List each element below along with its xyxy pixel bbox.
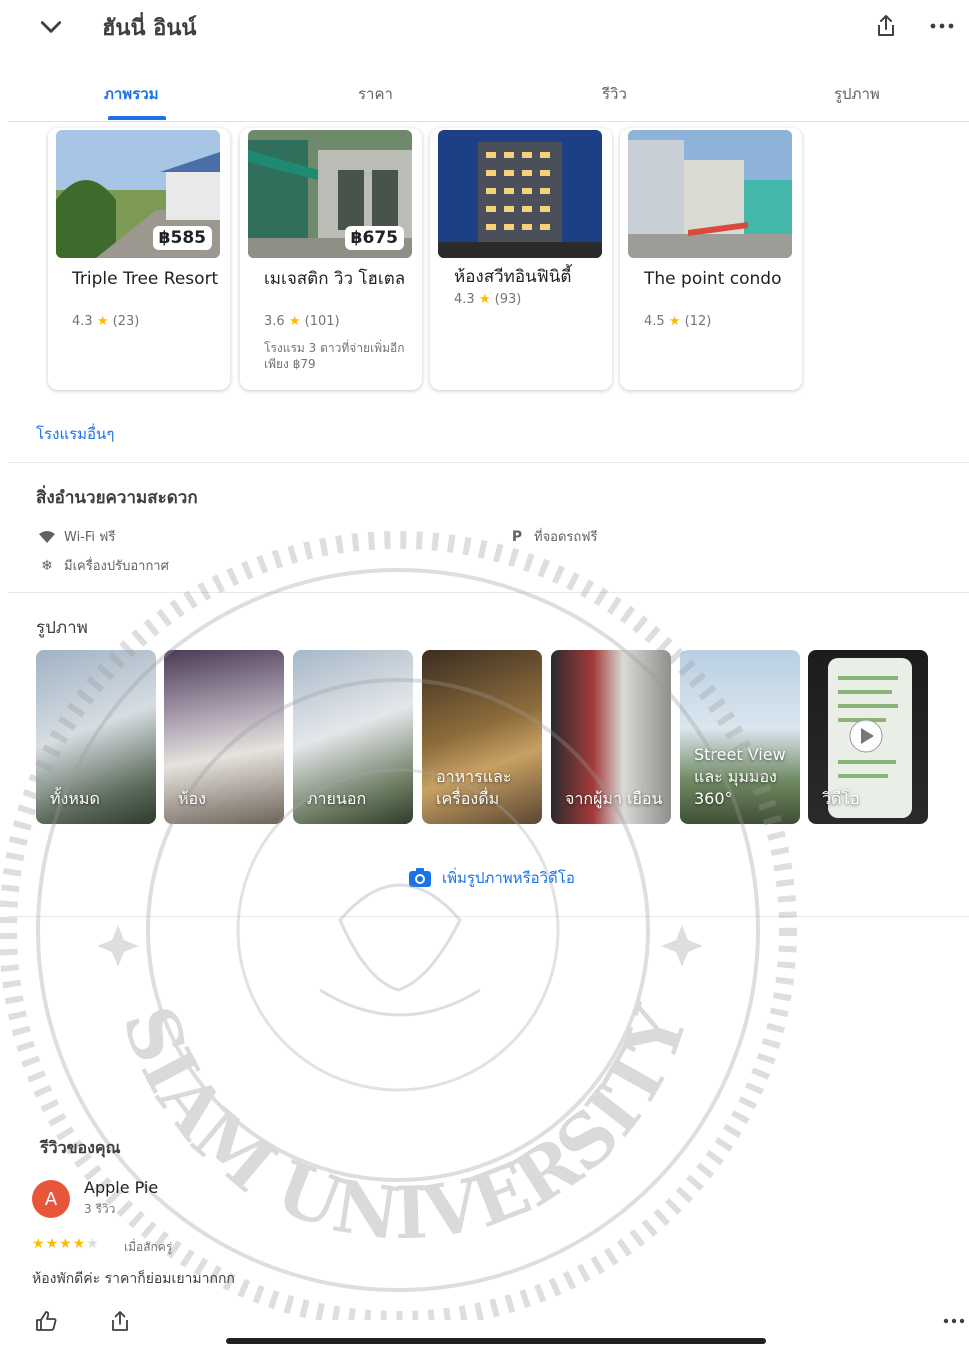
hotel-upsell-note: โรงแรม 3 ดาวที่จ่ายเพิ่มอีกเพียง ฿79 (264, 341, 405, 371)
hotel-name: The point condo (644, 269, 782, 289)
hotel-rating: 4.5 ★ (12) (644, 314, 712, 329)
chevron-down-icon[interactable] (34, 10, 68, 44)
university-watermark-seal: SIAM UNIVERSITY (0, 520, 800, 1329)
hotel-name: เมเจสติก วิว โฮเตล (264, 269, 406, 289)
reviewer-review-count: 3 รีวิว (84, 1202, 116, 1216)
hotel-rating: 4.3 ★ (93) (454, 292, 522, 307)
photo-category-street-view[interactable]: Street View และ มุมมอง 360° (680, 650, 800, 824)
tab-bar: ภาพรวม ราคา รีวิว รูปภาพ (8, 72, 969, 122)
hotel-card[interactable]: ฿675 เมเจสติก วิว โฮเตล 3.6 ★ (101) โรงแ… (240, 128, 422, 390)
photo-category-exterior[interactable]: ภายนอก (293, 650, 413, 824)
add-photo-button[interactable]: เพิ่มรูปภาพหรือวิดีโอ (408, 866, 575, 890)
svg-text:SIAM UNIVERSITY: SIAM UNIVERSITY (106, 994, 704, 1256)
reviewer-name: Apple Pie (84, 1178, 159, 1197)
snowflake-icon: ❄ (41, 557, 53, 574)
tab-prices[interactable]: ราคา (358, 82, 393, 120)
page-title: ฮันนี่ อินน์ (102, 16, 197, 41)
section-divider (8, 462, 969, 463)
amenity-ac: ❄ มีเครื่องปรับอากาศ (38, 555, 169, 576)
app-header: ฮันนี่ อินน์ (0, 0, 969, 60)
tab-photos[interactable]: รูปภาพ (834, 82, 880, 120)
price-badge: ฿675 (344, 226, 404, 250)
share-icon[interactable] (870, 10, 902, 42)
photo-category-food-drink[interactable]: อาหารและ เครื่องดื่ม (422, 650, 542, 824)
hotel-photo: ฿585 (56, 130, 220, 258)
review-text: ห้องพักดีค่ะ ราคาก็ย่อมเยามากกก (32, 1271, 235, 1287)
wifi-icon (38, 529, 56, 545)
tab-overview[interactable]: ภาพรวม (104, 82, 159, 120)
photo-category-visitors[interactable]: จากผู้มา เยือน (551, 650, 671, 824)
hotel-photo (438, 130, 602, 258)
star-icon: ★ (288, 314, 301, 329)
camera-icon (409, 868, 431, 887)
star-icon: ★ (478, 292, 491, 307)
section-divider (8, 916, 969, 917)
star-icon: ★ (668, 314, 681, 329)
section-divider (8, 592, 969, 593)
star-icon: ★ (96, 314, 109, 329)
photo-category-all[interactable]: ทั้งหมด (36, 650, 156, 824)
home-indicator[interactable] (226, 1338, 766, 1344)
photo-category-room[interactable]: ห้อง (164, 650, 284, 824)
star-empty-icon: ★ (86, 1236, 100, 1252)
other-hotels-link[interactable]: โรงแรมอื่นๆ (36, 422, 114, 446)
hotel-card[interactable]: The point condo 4.5 ★ (12) (620, 128, 802, 390)
thumbs-up-icon[interactable] (32, 1308, 60, 1334)
photo-category-video[interactable]: วิดีโอ (808, 650, 928, 824)
hotel-photo (628, 130, 792, 258)
amenities-title: สิ่งอำนวยความสะดวก (36, 488, 198, 508)
star-icon: ★ (32, 1236, 46, 1252)
more-horizontal-icon[interactable] (926, 10, 958, 42)
star-icon: ★ (45, 1236, 60, 1252)
price-badge: ฿585 (152, 226, 212, 250)
star-icon: ★ (59, 1236, 73, 1252)
tab-reviews[interactable]: รีวิว (602, 82, 627, 120)
star-icon: ★ (72, 1236, 87, 1252)
photos-title: รูปภาพ (36, 618, 88, 638)
hotel-rating: 3.6 ★ (101) (264, 314, 340, 329)
hotel-name: ห้องสวีทอินฟินิตี้ (454, 267, 572, 287)
hotel-name: Triple Tree Resort (72, 269, 219, 289)
hotel-photo: ฿675 (248, 130, 412, 258)
amenity-wifi: Wi-Fi ฟรี (38, 526, 115, 547)
active-tab-indicator (108, 116, 166, 120)
amenity-parking: P ที่จอดรถฟรี (508, 526, 598, 547)
parking-icon: P (511, 528, 523, 545)
hotel-card[interactable]: ฿585 Triple Tree Resort 4.3 ★ (23) (48, 128, 230, 390)
more-horizontal-icon[interactable] (940, 1310, 968, 1332)
review-stars: ★★★★★ (32, 1236, 100, 1252)
your-review-title: รีวิวของคุณ (40, 1138, 121, 1157)
hotel-card[interactable]: ห้องสวีทอินฟินิตี้ 4.3 ★ (93) (430, 128, 612, 390)
review-time: เมื่อสักครู่ (124, 1240, 173, 1254)
share-icon[interactable] (106, 1308, 134, 1334)
avatar: A (32, 1180, 70, 1218)
hotel-rating: 4.3 ★ (23) (72, 314, 140, 329)
